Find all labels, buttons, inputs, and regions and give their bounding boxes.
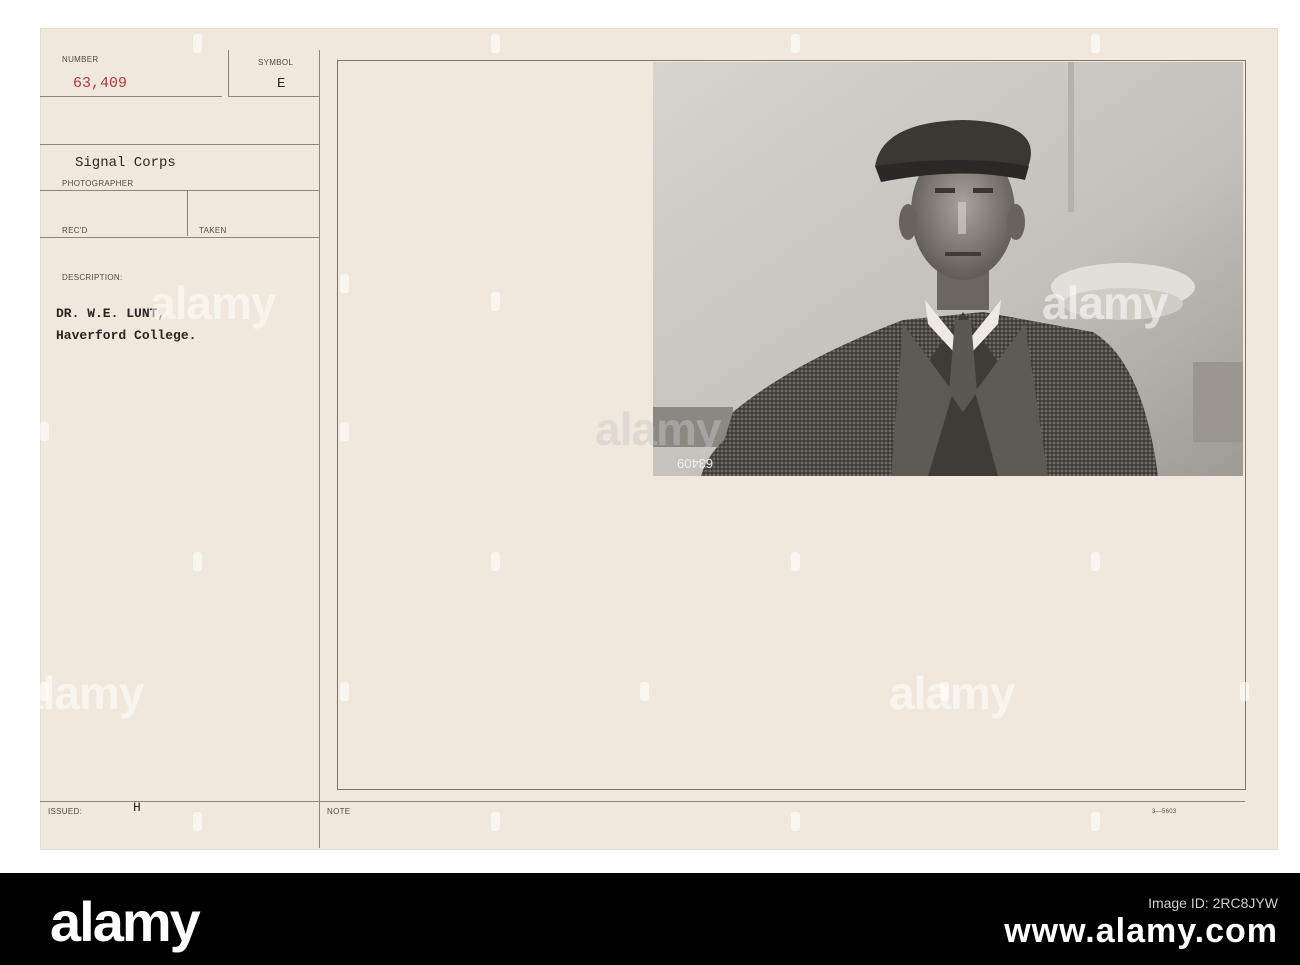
- watermark-mark: [791, 552, 800, 571]
- number-label: NUMBER: [62, 55, 99, 64]
- watermark-mark: [640, 682, 649, 701]
- watermark-mark: [491, 812, 500, 831]
- watermark-mark: [193, 34, 202, 53]
- description-label: DESCRIPTION:: [62, 273, 123, 282]
- watermark-text: alamy: [595, 403, 721, 455]
- description-line-2: Haverford College.: [56, 328, 197, 343]
- watermark-mark: [340, 682, 349, 701]
- watermark-text: alamy: [150, 277, 276, 329]
- symbol-value: E: [277, 76, 286, 92]
- photo-record-card: NUMBER 63,409 SYMBOL E Signal Corps PHOT…: [18, 28, 1278, 850]
- portrait-illustration: [653, 62, 1243, 476]
- attribution-footer: alamy Image ID: 2RC8JYW www.alamy.com: [0, 873, 1300, 965]
- description-line-1: DR. W.E. LUNT,: [56, 306, 166, 321]
- number-symbol-divider: [228, 50, 229, 96]
- watermark-mark: [40, 422, 49, 441]
- watermark-mark: [491, 552, 500, 571]
- photographer-label: PHOTOGRAPHER: [62, 179, 134, 188]
- footer-image-id: Image ID: 2RC8JYW www.alamy.com: [1004, 894, 1278, 950]
- negative-number: 63409: [677, 456, 714, 471]
- taken-label: TAKEN: [199, 226, 227, 235]
- note-label: NOTE: [327, 807, 351, 816]
- issued-value: H: [133, 800, 141, 815]
- watermark-mark: [1091, 34, 1100, 53]
- image-id-value: www.alamy.com: [1004, 912, 1278, 950]
- left-column-divider: [319, 50, 320, 848]
- recd-label: REC'D: [62, 226, 88, 235]
- watermark-mark: [1091, 812, 1100, 831]
- symbol-label: SYMBOL: [258, 58, 294, 67]
- portrait-photo: 63409: [653, 62, 1243, 476]
- watermark-mark: [791, 812, 800, 831]
- symbol-underline: [228, 96, 320, 97]
- stage: NUMBER 63,409 SYMBOL E Signal Corps PHOT…: [0, 0, 1300, 965]
- bottom-rule: [40, 801, 1245, 802]
- watermark-text: alamy: [18, 667, 144, 719]
- image-id-label: Image ID: 2RC8JYW: [1148, 895, 1278, 911]
- watermark-mark: [491, 292, 500, 311]
- watermark-text: alamy: [889, 667, 1015, 719]
- photographer-underline: [40, 190, 320, 191]
- footer-logo: alamy: [50, 890, 201, 953]
- watermark-mark: [340, 422, 349, 441]
- number-value: 63,409: [73, 75, 128, 92]
- form-code: 3—5603: [1152, 809, 1177, 815]
- issued-label: ISSUED:: [48, 807, 83, 816]
- recd-taken-divider: [187, 190, 188, 236]
- photographer-value: Signal Corps: [75, 155, 176, 171]
- recd-underline: [40, 237, 320, 238]
- photographer-topline: [40, 144, 320, 145]
- watermark-mark: [340, 274, 349, 293]
- watermark-mark: [193, 812, 202, 831]
- watermark-text: alamy: [1042, 277, 1168, 329]
- watermark-mark: [491, 34, 500, 53]
- number-underline: [40, 96, 222, 97]
- watermark-mark: [791, 34, 800, 53]
- watermark-mark: [1091, 552, 1100, 571]
- watermark-mark: [193, 552, 202, 571]
- watermark-mark: [1240, 682, 1249, 701]
